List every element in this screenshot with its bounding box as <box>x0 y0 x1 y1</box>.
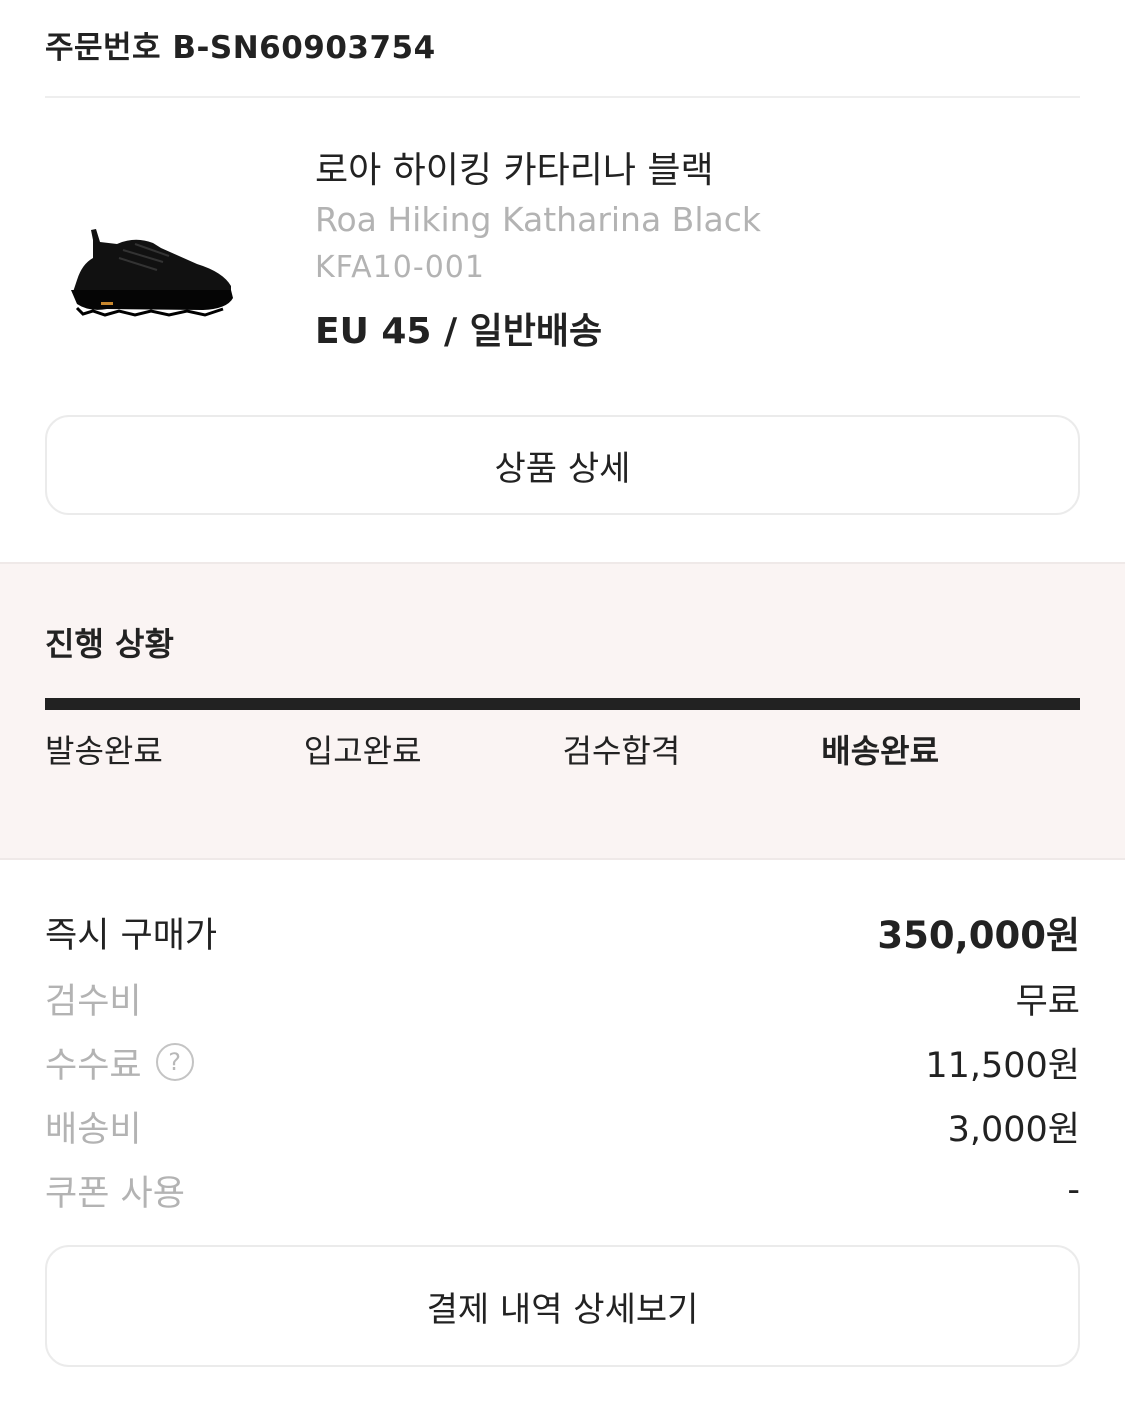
inspection-fee-label: 검수비 <box>45 981 142 1022</box>
progress-section: 진행 상황 발송완료 입고완료 검수합격 배송완료 <box>0 562 1125 860</box>
coupon-label: 쿠폰 사용 <box>45 1173 185 1214</box>
buy-now-label: 즉시 구매가 <box>45 915 218 956</box>
inspection-fee-value: 무료 <box>1015 981 1080 1022</box>
buy-now-value: 350,000원 <box>877 914 1080 957</box>
price-row-fee: 수수료 ? 11,500원 <box>45 1030 1080 1094</box>
sneaker-image <box>65 220 245 320</box>
price-summary: 즉시 구매가 350,000원 검수비 무료 수수료 ? 11,500원 배송비… <box>45 900 1080 1222</box>
coupon-value: - <box>1067 1170 1080 1210</box>
size-delivery-option: EU 45 / 일반배송 <box>315 311 603 352</box>
fee-label: 수수료 <box>45 1045 142 1086</box>
progress-steps: 발송완료 입고완료 검수합격 배송완료 <box>45 729 1080 773</box>
shipping-fee-value: 3,000원 <box>947 1109 1080 1150</box>
fee-value: 11,500원 <box>925 1045 1080 1086</box>
price-row-inspection: 검수비 무료 <box>45 966 1080 1030</box>
payment-history-button[interactable]: 결제 내역 상세보기 <box>45 1245 1080 1367</box>
product-info: 로아 하이킹 카타리나 블랙 Roa Hiking Katharina Blac… <box>315 148 761 362</box>
fee-label-group: 수수료 ? <box>45 1037 194 1088</box>
product-detail-button[interactable]: 상품 상세 <box>45 415 1080 515</box>
shipping-fee-label: 배송비 <box>45 1109 142 1150</box>
help-icon[interactable]: ? <box>155 1043 194 1081</box>
order-header: 주문번호 B-SN60903754 <box>45 28 1080 98</box>
progress-title: 진행 상황 <box>45 625 174 663</box>
step-delivered: 배송완료 <box>821 732 940 770</box>
product-name-english: Roa Hiking Katharina Black <box>315 200 761 239</box>
step-inspection-passed: 검수합격 <box>562 732 681 770</box>
step-shipped: 발송완료 <box>45 732 163 770</box>
price-row-coupon: 쿠폰 사용 - <box>45 1158 1080 1222</box>
product-summary: 로아 하이킹 카타리나 블랙 Roa Hiking Katharina Blac… <box>45 140 1080 380</box>
price-row-buy-now: 즉시 구매가 350,000원 <box>45 900 1080 964</box>
progress-bar <box>45 698 1080 710</box>
product-name-korean: 로아 하이킹 카타리나 블랙 <box>315 150 714 191</box>
product-model-number: KFA10-001 <box>315 250 485 285</box>
step-warehoused: 입고완료 <box>303 732 422 770</box>
price-row-shipping: 배송비 3,000원 <box>45 1094 1080 1158</box>
order-number: 주문번호 B-SN60903754 <box>45 30 436 66</box>
